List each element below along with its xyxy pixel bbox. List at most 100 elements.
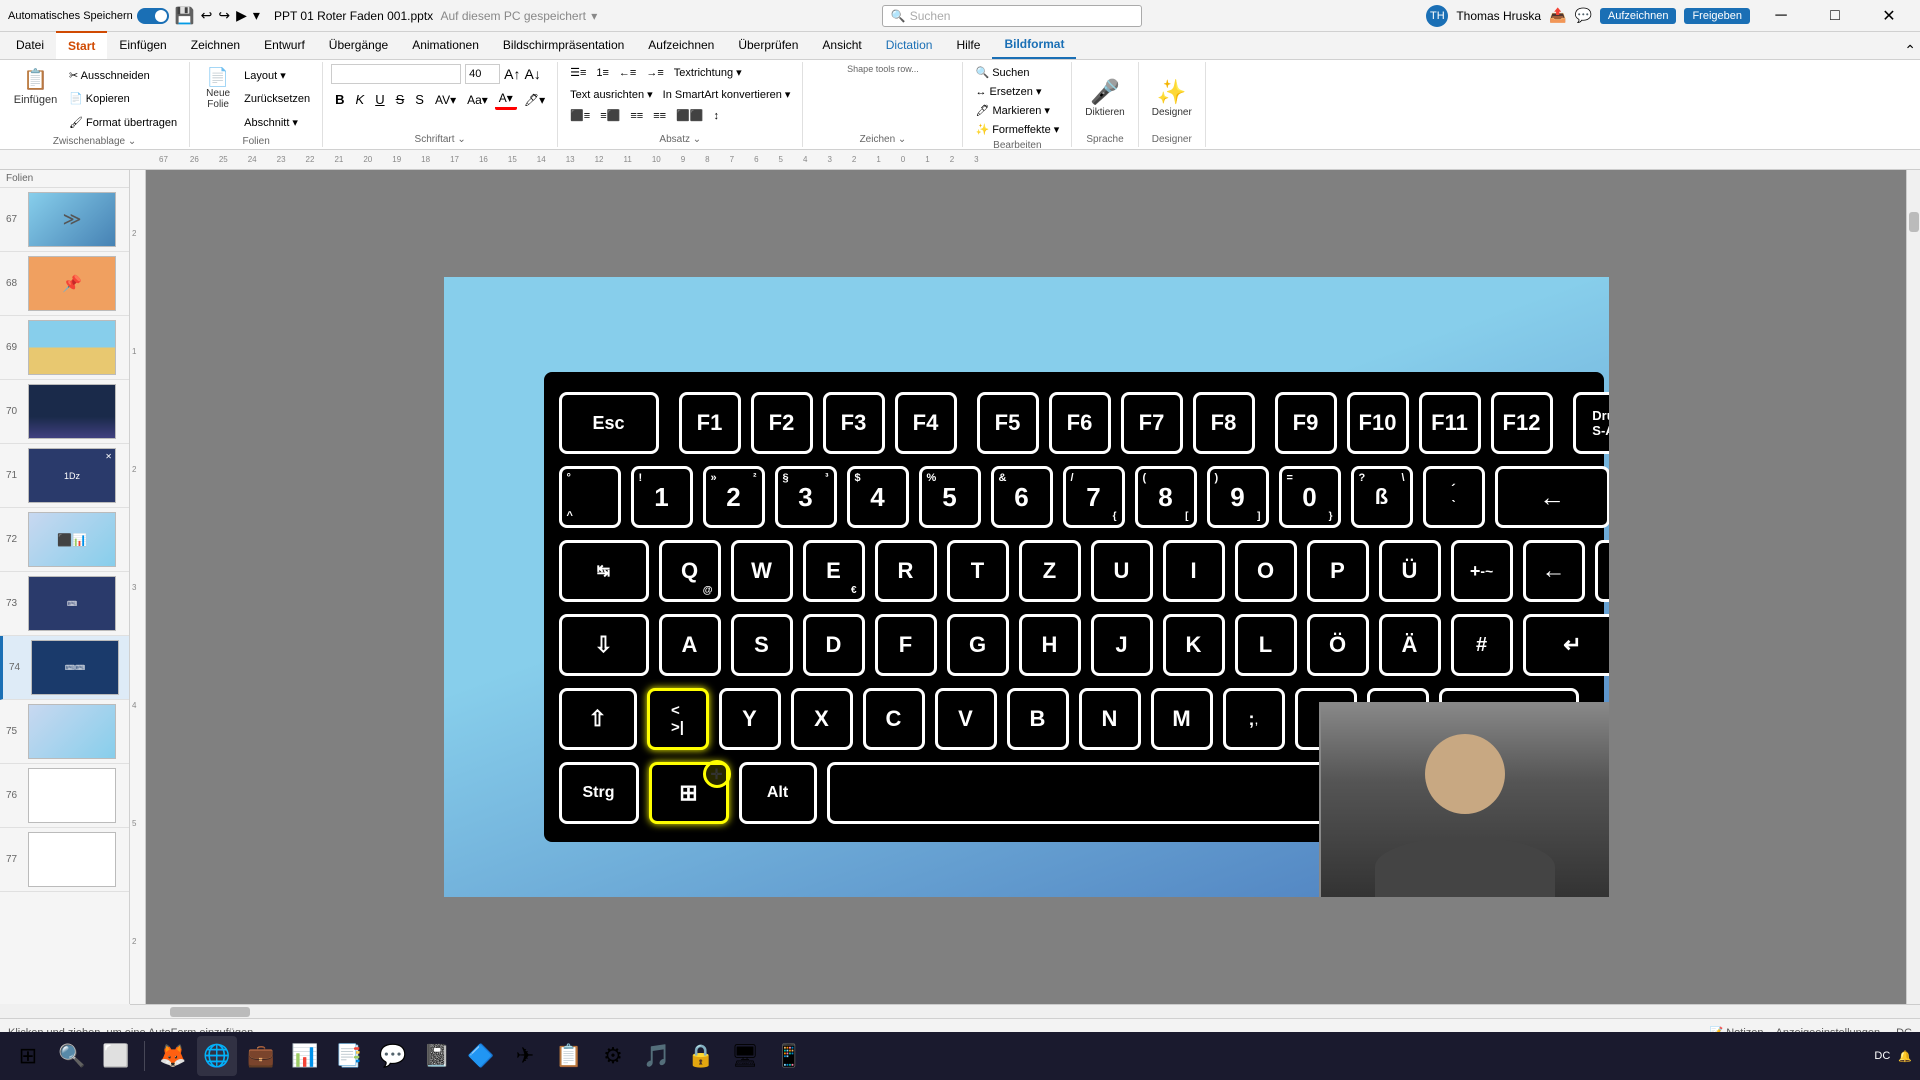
tab-uebergaenge[interactable]: Übergänge xyxy=(317,31,400,59)
slide-thumb-73[interactable]: 73 ⌨ xyxy=(0,572,129,636)
btn-list-number[interactable]: 1≡ xyxy=(592,64,613,81)
autosave-toggle-switch[interactable] xyxy=(137,8,169,24)
btn-columns[interactable]: ⬛⬛ xyxy=(672,107,707,124)
btn-case[interactable]: Aa▾ xyxy=(463,91,492,109)
btn-layout[interactable]: Layout ▾ xyxy=(240,67,314,84)
tab-dictation[interactable]: Dictation xyxy=(874,31,945,59)
slide-thumb-77[interactable]: 77 xyxy=(0,828,129,892)
slide-thumb-75[interactable]: 75 xyxy=(0,700,129,764)
slide-thumb-67[interactable]: 67 ≫ xyxy=(0,188,129,252)
btn-ersetzen[interactable]: ↔ Ersetzen ▾ xyxy=(971,83,1045,100)
taskbar-app10[interactable]: 📱 xyxy=(769,1036,809,1076)
slide-thumb-70[interactable]: 70 xyxy=(0,380,129,444)
taskbar-firefox[interactable]: 🦊 xyxy=(153,1036,193,1076)
taskbar-chrome[interactable]: 🌐 xyxy=(197,1036,237,1076)
font-size-increase-icon[interactable]: A↑ xyxy=(504,66,520,82)
taskbar-search[interactable]: 🔍 xyxy=(52,1036,92,1076)
scrollbar-thumb-h[interactable] xyxy=(170,1007,250,1017)
btn-italic[interactable]: K xyxy=(352,90,369,109)
collapse-ribbon-icon[interactable]: ⌃ xyxy=(1904,42,1916,59)
btn-abschnitt[interactable]: Abschnitt ▾ xyxy=(240,114,314,131)
taskbar-app8[interactable]: 🔒 xyxy=(681,1036,721,1076)
taskbar-telegram[interactable]: ✈ xyxy=(505,1036,545,1076)
taskbar-outlook[interactable]: 💼 xyxy=(241,1036,281,1076)
share-btn[interactable]: Freigeben xyxy=(1684,8,1750,24)
btn-ausschneiden[interactable]: ✂ Ausschneiden xyxy=(65,67,181,84)
btn-formeffekt[interactable]: ✨ Formeffekte ▾ xyxy=(971,121,1063,138)
vertical-scrollbar[interactable] xyxy=(1906,170,1920,1004)
taskbar-notification-icon[interactable]: 🔔 xyxy=(1898,1050,1912,1063)
tab-zeichnen[interactable]: Zeichnen xyxy=(179,31,252,59)
present-btn[interactable]: Aufzeichnen xyxy=(1600,8,1677,24)
tab-ueberpruefen[interactable]: Überprüfen xyxy=(726,31,810,59)
btn-textrichtung[interactable]: Textrichtung ▾ xyxy=(670,64,746,81)
btn-underline[interactable]: U xyxy=(371,90,388,109)
btn-neue-folie[interactable]: 📄 NeueFolie xyxy=(198,64,238,134)
tab-einfuegen[interactable]: Einfügen xyxy=(107,31,178,59)
slide-thumb-69[interactable]: 69 xyxy=(0,316,129,380)
toolbar-present-icon[interactable]: ▶ xyxy=(236,7,247,24)
btn-linespacing[interactable]: ↕ xyxy=(709,107,723,124)
taskbar-onenote[interactable]: 📓 xyxy=(417,1036,457,1076)
slide-thumb-76[interactable]: 76 xyxy=(0,764,129,828)
slide-thumb-74[interactable]: 74 ⌨⌨ xyxy=(0,636,129,700)
btn-shadow[interactable]: S xyxy=(411,90,428,109)
slide-thumb-71[interactable]: 71 ✕ 1Dz xyxy=(0,444,129,508)
btn-diktieren[interactable]: 🎤 Diktieren xyxy=(1080,75,1129,121)
btn-align-justify[interactable]: ≡≡ xyxy=(649,107,670,124)
btn-align-left[interactable]: ⬛≡ xyxy=(566,107,594,124)
comments-icon[interactable]: 💬 xyxy=(1574,7,1591,24)
btn-align-right[interactable]: ≡≡ xyxy=(626,107,647,124)
btn-align-center[interactable]: ≡⬛ xyxy=(596,107,624,124)
toolbar-more-icon[interactable]: ▾ xyxy=(253,7,260,24)
toolbar-save-icon[interactable]: 💾 xyxy=(175,6,195,26)
btn-indent-inc[interactable]: →≡ xyxy=(642,64,667,81)
taskbar-teams[interactable]: 💬 xyxy=(373,1036,413,1076)
btn-einfuegen[interactable]: 📋 Einfügen xyxy=(8,64,63,109)
font-family-input[interactable] xyxy=(331,64,461,84)
close-button[interactable]: ✕ xyxy=(1866,0,1912,32)
taskbar-powerpoint[interactable]: 📑 xyxy=(329,1036,369,1076)
toolbar-redo-icon[interactable]: ↪ xyxy=(218,7,230,24)
tab-bildformat[interactable]: Bildformat xyxy=(992,31,1076,59)
slide-thumb-72[interactable]: 72 ⬛📊 xyxy=(0,508,129,572)
btn-bold[interactable]: B xyxy=(331,90,348,109)
taskbar-start[interactable]: ⊞ xyxy=(8,1036,48,1076)
font-size-decrease-icon[interactable]: A↓ xyxy=(525,66,541,82)
tab-hilfe[interactable]: Hilfe xyxy=(944,31,992,59)
taskbar-app7[interactable]: 🎵 xyxy=(637,1036,677,1076)
taskbar-app5[interactable]: 📋 xyxy=(549,1036,589,1076)
tab-datei[interactable]: Datei xyxy=(4,31,56,59)
btn-charspacing[interactable]: AV▾ xyxy=(431,91,460,109)
tab-start[interactable]: Start xyxy=(56,31,107,59)
scrollbar-thumb-v[interactable] xyxy=(1909,212,1919,232)
btn-indent-dec[interactable]: ←≡ xyxy=(615,64,640,81)
tab-entwurf[interactable]: Entwurf xyxy=(252,31,317,59)
btn-suchen[interactable]: 🔍 Suchen xyxy=(971,64,1033,81)
font-size-input[interactable] xyxy=(465,64,500,84)
btn-strikethrough[interactable]: S xyxy=(392,90,409,109)
btn-smartart[interactable]: In SmartArt konvertieren ▾ xyxy=(659,86,795,103)
tab-ansicht[interactable]: Ansicht xyxy=(810,31,873,59)
slide-thumb-68[interactable]: 68 📌 xyxy=(0,252,129,316)
btn-format-uebertragen[interactable]: 🖌 Format übertragen xyxy=(65,114,181,131)
minimize-button[interactable]: ─ xyxy=(1758,0,1804,32)
autosave-toggle[interactable]: Automatisches Speichern xyxy=(8,8,169,24)
btn-kopieren[interactable]: 📄 Kopieren xyxy=(65,90,181,107)
tab-aufzeichnen[interactable]: Aufzeichnen xyxy=(636,31,726,59)
btn-designer[interactable]: ✨ Designer xyxy=(1147,75,1197,121)
btn-zuruecksetzen[interactable]: Zurücksetzen xyxy=(240,91,314,107)
toolbar-undo-icon[interactable]: ↩ xyxy=(201,7,213,24)
tab-animationen[interactable]: Animationen xyxy=(400,31,491,59)
btn-markieren[interactable]: 🖊 Markieren ▾ xyxy=(971,102,1054,119)
btn-text-ausrichten[interactable]: Text ausrichten ▾ xyxy=(566,86,657,103)
maximize-button[interactable]: □ xyxy=(1812,0,1858,32)
share-icon[interactable]: 📤 xyxy=(1549,7,1566,24)
search-box[interactable]: 🔍 Suchen xyxy=(882,5,1142,27)
taskbar-excel[interactable]: 📊 xyxy=(285,1036,325,1076)
btn-list-bullet[interactable]: ☰≡ xyxy=(566,64,590,81)
btn-fontcolor[interactable]: A▾ xyxy=(495,89,517,110)
taskbar-visio[interactable]: 🔷 xyxy=(461,1036,501,1076)
tab-bildschirm[interactable]: Bildschirmpräsentation xyxy=(491,31,636,59)
btn-highlight[interactable]: 🖊▾ xyxy=(520,91,549,109)
